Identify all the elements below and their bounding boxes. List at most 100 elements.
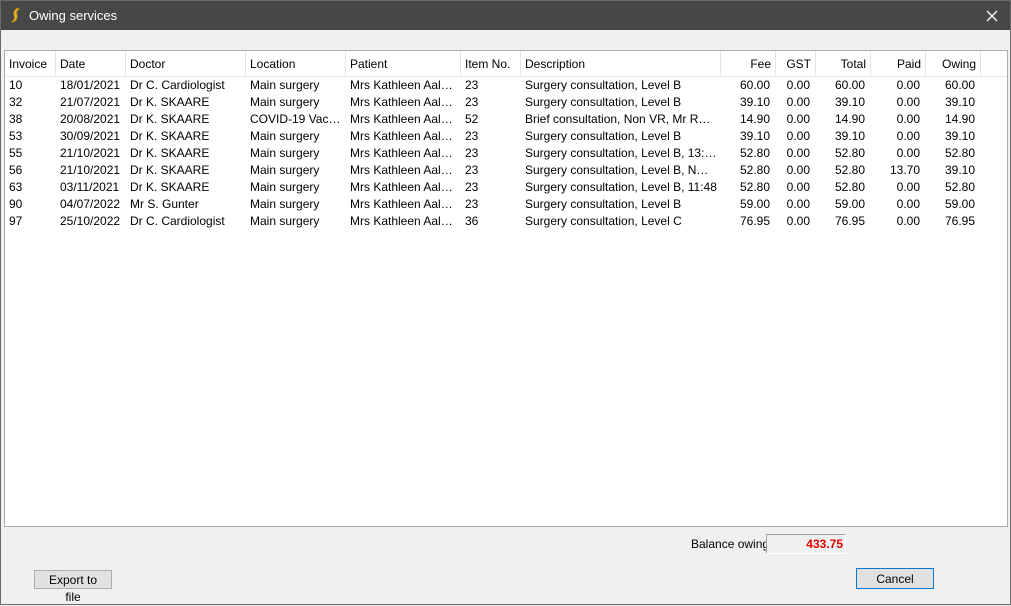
cell-gst: 0.00 [786, 112, 810, 126]
table-row[interactable]: 63 03/11/2021 Dr K. SKAARE Main surgery Mrs … [5, 179, 1007, 196]
column-header-gst[interactable]: GST [776, 51, 816, 76]
balance-owing-label: Balance owing: [691, 537, 773, 551]
cell-item-no: 23 [465, 163, 479, 177]
table-row[interactable]: 55 21/10/2021 Dr K. SKAARE Main surgery Mrs … [5, 145, 1007, 162]
cell-date: 03/11/2021 [60, 180, 120, 194]
cell-paid: 0.00 [896, 78, 920, 92]
cell-paid: 0.00 [896, 180, 920, 194]
column-header-patient[interactable]: Patient [346, 51, 461, 76]
column-header-date[interactable]: Date [56, 51, 126, 76]
cell-doctor: Dr K. SKAARE [130, 112, 210, 126]
column-header-total[interactable]: Total [816, 51, 871, 76]
cell-patient: Mrs Kathleen Aalbr... [350, 78, 461, 92]
column-header-doctor[interactable]: Doctor [126, 51, 246, 76]
cell-owing: 76.95 [944, 214, 975, 228]
cell-gst: 0.00 [786, 78, 810, 92]
table-row[interactable]: 32 21/07/2021 Dr K. SKAARE Main surgery Mrs … [5, 94, 1007, 111]
cell-paid: 0.00 [896, 197, 920, 211]
cell-paid: 0.00 [896, 95, 920, 109]
cell-item-no: 23 [465, 78, 479, 92]
cell-doctor: Dr K. SKAARE [130, 163, 210, 177]
table-row[interactable]: 10 18/01/2021 Dr C. Cardiologist Main surge… [5, 77, 1007, 94]
cell-fee: 14.90 [739, 112, 770, 126]
cell-total: 60.00 [834, 78, 865, 92]
app-icon [10, 7, 22, 23]
cell-patient: Mrs Kathleen Aalbr... [350, 163, 461, 177]
cell-location: Main surgery [250, 163, 320, 177]
cell-gst: 0.00 [786, 129, 810, 143]
cell-paid: 0.00 [896, 146, 920, 160]
cell-description: Surgery consultation, Level B, NDS, 1... [525, 163, 721, 177]
cell-item-no: 23 [465, 180, 479, 194]
cell-patient: Mrs Kathleen Aalbr... [350, 214, 461, 228]
cell-fee: 52.80 [739, 180, 770, 194]
column-header-fee[interactable]: Fee [721, 51, 776, 76]
export-to-file-button[interactable]: Export to file [34, 570, 112, 604]
table-row[interactable]: 97 25/10/2022 Dr C. Cardiologist Main surge… [5, 213, 1007, 230]
cell-location: Main surgery [250, 180, 320, 194]
cell-total: 52.80 [834, 163, 865, 177]
cell-owing: 39.10 [944, 95, 975, 109]
cell-invoice: 63 [9, 180, 23, 194]
cell-paid: 0.00 [896, 112, 920, 126]
cell-item-no: 23 [465, 146, 479, 160]
cell-paid: 0.00 [896, 129, 920, 143]
cell-doctor: Dr K. SKAARE [130, 146, 210, 160]
cell-date: 30/09/2021 [60, 129, 121, 143]
cell-date: 25/10/2022 [60, 214, 121, 228]
column-header-item-no[interactable]: Item No. [461, 51, 521, 76]
cell-description: Surgery consultation, Level B, 11:48 [525, 180, 717, 194]
cell-total: 59.00 [834, 197, 865, 211]
cell-date: 21/07/2021 [60, 95, 121, 109]
cell-owing: 60.00 [944, 78, 975, 92]
cell-location: Main surgery [250, 146, 320, 160]
cancel-button[interactable]: Cancel [856, 568, 934, 589]
cell-fee: 39.10 [739, 129, 770, 143]
cell-doctor: Dr C. Cardiologist [130, 214, 225, 228]
cell-paid: 13.70 [889, 163, 920, 177]
close-icon[interactable] [974, 1, 1010, 30]
table-row[interactable]: 53 30/09/2021 Dr K. SKAARE Main surgery Mrs … [5, 128, 1007, 145]
cell-patient: Mrs Kathleen Aalbr... [350, 180, 461, 194]
cell-fee: 60.00 [739, 78, 770, 92]
services-list[interactable]: Invoice Date Doctor Location Patient Item No.… [4, 50, 1008, 527]
cell-description: Brief consultation, Non VR, Mr Robert... [525, 112, 721, 126]
cell-fee: 52.80 [739, 163, 770, 177]
column-header-location[interactable]: Location [246, 51, 346, 76]
cell-patient: Mrs Kathleen Aalbr... [350, 112, 461, 126]
cell-total: 14.90 [834, 112, 865, 126]
cell-description: Surgery consultation, Level C [525, 214, 682, 228]
column-header-owing[interactable]: Owing [926, 51, 981, 76]
column-header-paid[interactable]: Paid [871, 51, 926, 76]
table-row[interactable]: 38 20/08/2021 Dr K. SKAARE COVID-19 Vacci..… [5, 111, 1007, 128]
cell-gst: 0.00 [786, 95, 810, 109]
cell-owing: 39.10 [944, 163, 975, 177]
cell-invoice: 55 [9, 146, 23, 160]
cell-total: 39.10 [834, 129, 865, 143]
cell-gst: 0.00 [786, 163, 810, 177]
cell-location: Main surgery [250, 214, 320, 228]
table-row[interactable]: 90 04/07/2022 Mr S. Gunter Main surgery Mrs … [5, 196, 1007, 213]
cell-date: 04/07/2022 [60, 197, 121, 211]
cell-invoice: 97 [9, 214, 23, 228]
cell-gst: 0.00 [786, 197, 810, 211]
cell-description: Surgery consultation, Level B [525, 129, 682, 143]
column-header-description[interactable]: Description [521, 51, 721, 76]
cell-location: Main surgery [250, 95, 320, 109]
list-header: Invoice Date Doctor Location Patient Item No.… [5, 51, 1007, 77]
cell-total: 52.80 [834, 180, 865, 194]
cell-invoice: 53 [9, 129, 23, 143]
cell-owing: 14.90 [944, 112, 975, 126]
cell-item-no: 52 [465, 112, 479, 126]
cell-paid: 0.00 [896, 214, 920, 228]
column-header-invoice[interactable]: Invoice [5, 51, 56, 76]
cell-invoice: 56 [9, 163, 23, 177]
cell-gst: 0.00 [786, 214, 810, 228]
cell-description: Surgery consultation, Level B [525, 95, 682, 109]
table-row[interactable]: 56 21/10/2021 Dr K. SKAARE Main surgery Mrs … [5, 162, 1007, 179]
cell-description: Surgery consultation, Level B, 13:54 [525, 146, 718, 160]
cell-fee: 39.10 [739, 95, 770, 109]
cell-owing: 52.80 [944, 146, 975, 160]
cell-doctor: Dr C. Cardiologist [130, 78, 225, 92]
cell-total: 39.10 [834, 95, 865, 109]
